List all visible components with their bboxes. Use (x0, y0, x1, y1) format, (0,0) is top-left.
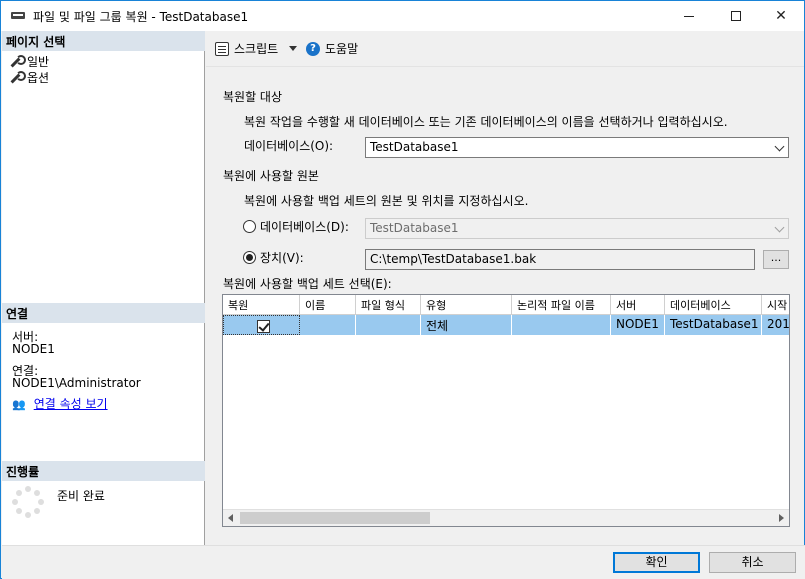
chevron-down-icon (774, 222, 785, 233)
help-icon: ? (306, 41, 320, 56)
column-header[interactable]: 논리적 파일 이름 (512, 295, 611, 315)
nav-item-general[interactable]: 일반 (9, 53, 49, 70)
column-header[interactable]: 서버 (611, 295, 665, 315)
column-header[interactable]: 데이터베이스 (665, 295, 762, 315)
database-value: TestDatabase1 (370, 140, 459, 154)
logical-name-cell (512, 315, 611, 335)
grid-header: 복원 이름 파일 형식 유형 논리적 파일 이름 서버 데이터베이스 시작 (223, 295, 789, 315)
column-header[interactable]: 유형 (421, 295, 512, 315)
chevron-down-icon (774, 141, 785, 152)
restore-target-desc: 복원 작업을 수행할 새 데이터베이스 또는 기존 데이터베이스의 이름을 선택… (244, 115, 728, 129)
script-label: 스크립트 (234, 42, 279, 56)
minimize-icon (684, 15, 694, 17)
restore-target-header: 복원할 대상 (223, 90, 283, 104)
server-cell: NODE1 (611, 315, 665, 335)
scroll-right-icon[interactable] (779, 514, 784, 522)
from-database-label: 데이터베이스(D): (260, 220, 349, 234)
source-desc: 복원에 사용할 백업 세트의 원본 및 위치를 지정하십시오. (244, 194, 529, 208)
script-button[interactable]: 스크립트 (215, 40, 298, 57)
type-cell: 전체 (421, 315, 512, 335)
restore-dialog: 파일 및 파일 그룹 복원 - TestDatabase1 ✕ 페이지 선택 일… (0, 0, 805, 579)
maximize-icon (731, 11, 741, 21)
cancel-button[interactable]: 취소 (709, 552, 796, 573)
column-header[interactable]: 이름 (300, 295, 356, 315)
column-header[interactable]: 파일 형식 (356, 295, 421, 315)
scroll-left-icon[interactable] (228, 514, 233, 522)
help-label: 도움말 (325, 42, 359, 56)
connection-value: NODE1\Administrator (12, 376, 141, 390)
nav-item-label: 옵션 (27, 71, 50, 85)
horizontal-scrollbar[interactable] (223, 509, 789, 526)
backup-sets-grid[interactable]: 복원 이름 파일 형식 유형 논리적 파일 이름 서버 데이터베이스 시작 전체… (222, 294, 790, 527)
database-combo[interactable]: TestDatabase1 (365, 137, 789, 158)
help-button[interactable]: ? 도움말 (306, 40, 358, 57)
minimize-button[interactable] (666, 1, 712, 31)
people-icon: 👥 (12, 398, 26, 411)
restore-cell[interactable] (223, 315, 300, 335)
from-database-radio[interactable] (243, 220, 256, 233)
from-database-value: TestDatabase1 (370, 221, 459, 235)
scroll-thumb[interactable] (240, 512, 430, 524)
backup-sets-label: 복원에 사용할 백업 세트 선택(E): (223, 277, 392, 291)
progress-status: 준비 완료 (57, 489, 105, 503)
server-value: NODE1 (12, 342, 55, 356)
page-select-header: 페이지 선택 (2, 31, 205, 51)
close-button[interactable]: ✕ (758, 1, 804, 31)
script-icon (215, 41, 229, 56)
device-label: 장치(V): (260, 251, 304, 265)
close-icon: ✕ (775, 8, 787, 24)
start-cell: 201 (767, 317, 790, 331)
app-icon (11, 12, 25, 19)
browse-button[interactable]: ... (763, 250, 789, 269)
device-path-value: C:\temp\TestDatabase1.bak (370, 252, 537, 266)
file-type-cell (356, 315, 421, 335)
database-label: 데이터베이스(O): (244, 139, 334, 153)
device-path-field[interactable]: C:\temp\TestDatabase1.bak (365, 249, 755, 270)
wrench-icon (9, 71, 26, 84)
view-connection-properties-link[interactable]: 연결 속성 보기 (34, 398, 108, 411)
progress-header: 진행률 (2, 461, 205, 481)
from-database-combo[interactable]: TestDatabase1 (365, 218, 789, 239)
table-row[interactable]: 전체 NODE1 TestDatabase1 201 (223, 315, 789, 335)
dialog-footer: 확인 취소 (2, 545, 805, 579)
device-radio[interactable] (243, 251, 256, 264)
ok-button[interactable]: 확인 (613, 552, 700, 573)
name-cell (300, 315, 356, 335)
maximize-button[interactable] (713, 1, 759, 31)
restore-checkbox[interactable] (257, 320, 270, 333)
left-pane: 페이지 선택 일반 옵션 연결 서버: NODE1 연결: NODE1\Admi… (2, 31, 205, 545)
nav-item-label: 일반 (27, 55, 50, 69)
connection-header: 연결 (2, 303, 205, 323)
toolbar: 스크립트 ? 도움말 (206, 31, 804, 67)
window-title: 파일 및 파일 그룹 복원 - TestDatabase1 (33, 10, 249, 24)
source-header: 복원에 사용할 원본 (223, 169, 319, 183)
view-connection-properties[interactable]: 👥 연결 속성 보기 (12, 398, 108, 412)
progress-spinner-icon (12, 486, 44, 518)
nav-item-options[interactable]: 옵션 (9, 69, 49, 86)
chevron-down-icon (289, 46, 298, 51)
title-bar: 파일 및 파일 그룹 복원 - TestDatabase1 ✕ (1, 1, 804, 31)
column-header[interactable]: 시작 (762, 295, 789, 315)
wrench-icon (9, 55, 26, 68)
database-cell: TestDatabase1 (665, 315, 762, 335)
column-header[interactable]: 복원 (223, 295, 300, 315)
